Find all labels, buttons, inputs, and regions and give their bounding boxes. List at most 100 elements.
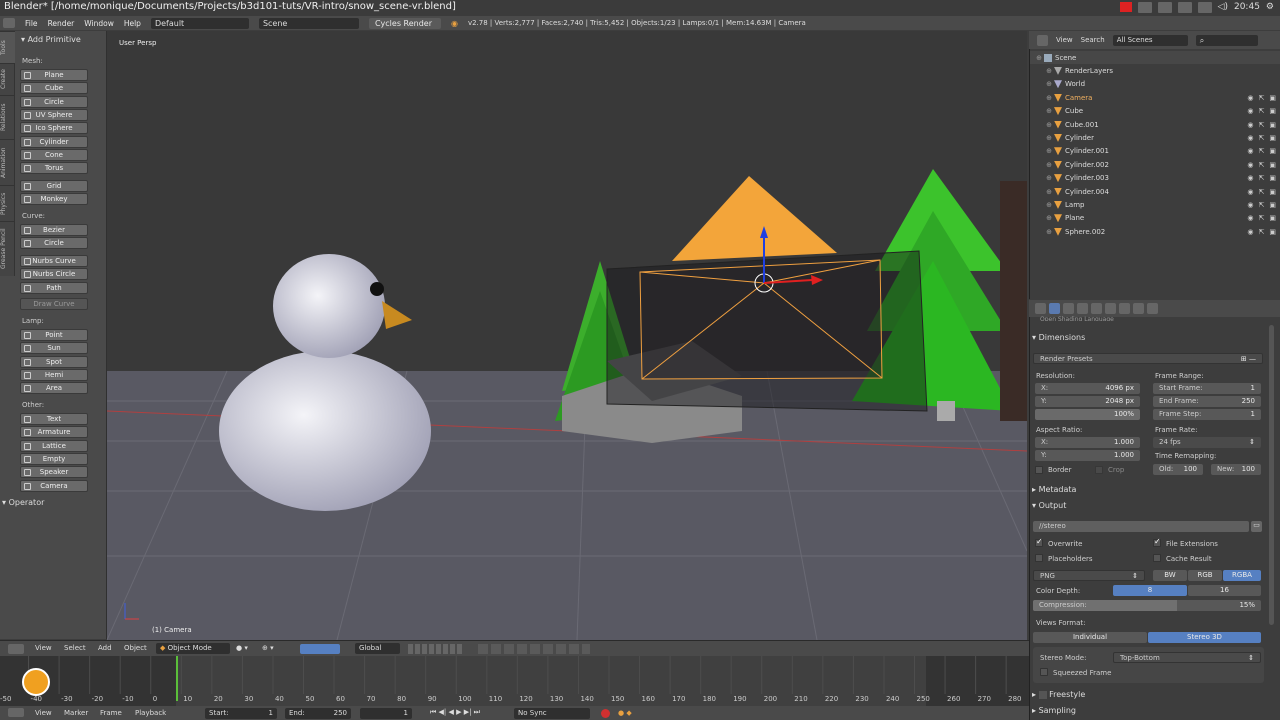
- tab-tools[interactable]: Tools: [0, 31, 15, 63]
- record-button-icon[interactable]: [601, 709, 610, 718]
- expand-icon[interactable]: ⊕: [1044, 214, 1054, 222]
- editor-type-icon[interactable]: [3, 18, 15, 28]
- fps-select[interactable]: 24 fps ⇕: [1153, 437, 1261, 448]
- layer-buttons[interactable]: [408, 644, 464, 654]
- add-cylinder-button[interactable]: Cylinder: [20, 135, 88, 148]
- camera-icon[interactable]: ▣: [1269, 201, 1276, 209]
- freestyle-checkbox[interactable]: [1038, 690, 1047, 699]
- record-icon[interactable]: [1119, 2, 1132, 12]
- aspect-y-field[interactable]: Y: 1.000: [1035, 450, 1140, 461]
- clock[interactable]: 20:45: [1234, 1, 1260, 14]
- add-point-button[interactable]: Point: [20, 329, 88, 341]
- resolution-y-field[interactable]: Y: 2048 px: [1035, 396, 1140, 407]
- file-format-select[interactable]: PNG ⇕: [1033, 570, 1145, 581]
- operator-panel-header[interactable]: ▾ Operator: [2, 498, 106, 510]
- cursor-icon[interactable]: ⇱: [1259, 188, 1265, 196]
- viewport-editor-icon[interactable]: [8, 644, 24, 654]
- expand-icon[interactable]: ⊕: [1044, 174, 1054, 182]
- start-frame-field[interactable]: Start Frame: 1: [1153, 383, 1261, 394]
- cursor-icon[interactable]: ⇱: [1259, 214, 1265, 222]
- border-checkbox[interactable]: [1035, 466, 1043, 474]
- volume-icon[interactable]: ◁): [1218, 1, 1228, 14]
- rgba-button[interactable]: RGBA: [1223, 570, 1261, 581]
- expand-icon[interactable]: ⊕: [1044, 201, 1054, 209]
- outliner-search-menu[interactable]: Search: [1081, 36, 1105, 44]
- expand-icon[interactable]: ⊕: [1044, 94, 1054, 102]
- playback-controls[interactable]: ⏮ ◀| ◀ ▶ ▶| ⏭: [430, 708, 480, 717]
- file-extensions-checkbox[interactable]: [1153, 537, 1161, 547]
- camera-icon[interactable]: ▣: [1269, 214, 1276, 222]
- timeline[interactable]: -50 -40 -30 -20 -10 0 10 20 30 40 50 60 70 80 90 100 110…: [0, 656, 1029, 706]
- expand-icon[interactable]: ⊕: [1044, 107, 1054, 115]
- outliner-filter-select[interactable]: All Scenes: [1112, 34, 1188, 46]
- render-presets-select[interactable]: Render Presets ⊞ —: [1033, 353, 1263, 364]
- menu-view[interactable]: View: [35, 644, 52, 652]
- tab-relations[interactable]: Relations: [0, 95, 15, 139]
- outliner-item-sphere-002[interactable]: ⊕ Sphere.002 ◉ ⇱ ▣: [1030, 225, 1280, 238]
- add-nurbs-curve-button[interactable]: Nurbs Curve: [20, 255, 88, 267]
- menu-window[interactable]: Window: [84, 19, 114, 28]
- sync-select[interactable]: No Sync: [514, 708, 590, 719]
- outliner-item-plane[interactable]: ⊕ Plane ◉ ⇱ ▣: [1030, 212, 1280, 225]
- end-frame-field[interactable]: End Frame: 250: [1153, 396, 1261, 407]
- keyboard-layout-icon[interactable]: [1177, 1, 1192, 13]
- properties-editor-icon[interactable]: [1035, 303, 1046, 314]
- outliner-item-cube[interactable]: ⊕ Cube ◉ ⇱ ▣: [1030, 105, 1280, 118]
- orientation-select[interactable]: Global: [355, 643, 400, 654]
- folder-icon[interactable]: ▭: [1251, 521, 1262, 532]
- add-grid-button[interactable]: Grid: [20, 180, 88, 192]
- add-text-button[interactable]: Text: [20, 413, 88, 425]
- metadata-header[interactable]: ▸ Metadata: [1032, 485, 1264, 494]
- add-monkey-button[interactable]: Monkey: [20, 193, 88, 206]
- menu-object[interactable]: Object: [124, 644, 147, 652]
- add-armature-button[interactable]: Armature: [20, 426, 88, 439]
- depth-8-button[interactable]: 8: [1113, 585, 1187, 596]
- menu-file[interactable]: File: [25, 19, 38, 28]
- scene-selector[interactable]: Scene: [258, 17, 359, 29]
- outliner-item-renderlayers[interactable]: ⊕ RenderLayers: [1030, 64, 1280, 77]
- tl-menu-marker[interactable]: Marker: [64, 709, 88, 717]
- add-plane-button[interactable]: Plane: [20, 69, 88, 81]
- presets-add-icon[interactable]: ⊞ —: [1241, 354, 1256, 365]
- remap-old-field[interactable]: Old: 100: [1153, 464, 1203, 475]
- 3d-viewport[interactable]: User Persp (1) Camera: [107, 31, 1027, 640]
- render-layers-tab-icon[interactable]: [1063, 303, 1074, 314]
- overwrite-checkbox[interactable]: [1035, 537, 1043, 547]
- eye-icon[interactable]: ◉: [1247, 161, 1253, 169]
- outliner-item-cylinder-001[interactable]: ⊕ Cylinder.001 ◉ ⇱ ▣: [1030, 145, 1280, 158]
- tl-menu-frame[interactable]: Frame: [100, 709, 122, 717]
- expand-icon[interactable]: ⊕: [1044, 147, 1054, 155]
- menu-render[interactable]: Render: [48, 19, 75, 28]
- render-tab-icon[interactable]: [1049, 303, 1060, 314]
- stereo-mode-select[interactable]: Top-Bottom ⇕: [1113, 652, 1261, 663]
- eye-icon[interactable]: ◉: [1247, 188, 1253, 196]
- add-cone-button[interactable]: Cone: [20, 148, 88, 161]
- camera-icon[interactable]: ▣: [1269, 121, 1276, 129]
- add-lattice-button[interactable]: Lattice: [20, 439, 88, 452]
- snowman-head[interactable]: [273, 254, 385, 358]
- views-stereo3d-button[interactable]: Stereo 3D: [1148, 632, 1261, 643]
- cursor-icon[interactable]: ⇱: [1259, 228, 1265, 236]
- camera-icon[interactable]: ▣: [1269, 147, 1276, 155]
- freestyle-header[interactable]: ▸ Freestyle: [1032, 690, 1264, 699]
- add-cube-button[interactable]: Cube: [20, 82, 88, 95]
- expand-icon[interactable]: ⊕: [1044, 67, 1054, 75]
- wifi-icon[interactable]: [1157, 1, 1172, 13]
- data-tab-icon[interactable]: [1147, 303, 1158, 314]
- expand-icon[interactable]: ⊕: [1044, 228, 1054, 236]
- outliner-editor-icon[interactable]: [1037, 34, 1048, 46]
- expand-icon[interactable]: ⊕: [1044, 134, 1054, 142]
- add-circle-button[interactable]: Circle: [20, 95, 88, 108]
- menu-add[interactable]: Add: [98, 644, 112, 652]
- cursor-icon[interactable]: ⇱: [1259, 174, 1265, 182]
- outliner-item-cylinder-004[interactable]: ⊕ Cylinder.004 ◉ ⇱ ▣: [1030, 185, 1280, 198]
- cursor-icon[interactable]: ⇱: [1259, 161, 1265, 169]
- expand-icon[interactable]: ⊕: [1044, 80, 1054, 88]
- tab-physics[interactable]: Physics: [0, 185, 15, 221]
- sampling-header[interactable]: ▸ Sampling: [1032, 706, 1264, 715]
- depth-16-button[interactable]: 16: [1188, 585, 1261, 596]
- cursor-icon[interactable]: ⇱: [1259, 147, 1265, 155]
- rgb-button[interactable]: RGB: [1188, 570, 1222, 581]
- outliner-item-cube-001[interactable]: ⊕ Cube.001 ◉ ⇱ ▣: [1030, 118, 1280, 131]
- add-nurbs-circle-button[interactable]: Nurbs Circle: [20, 268, 88, 281]
